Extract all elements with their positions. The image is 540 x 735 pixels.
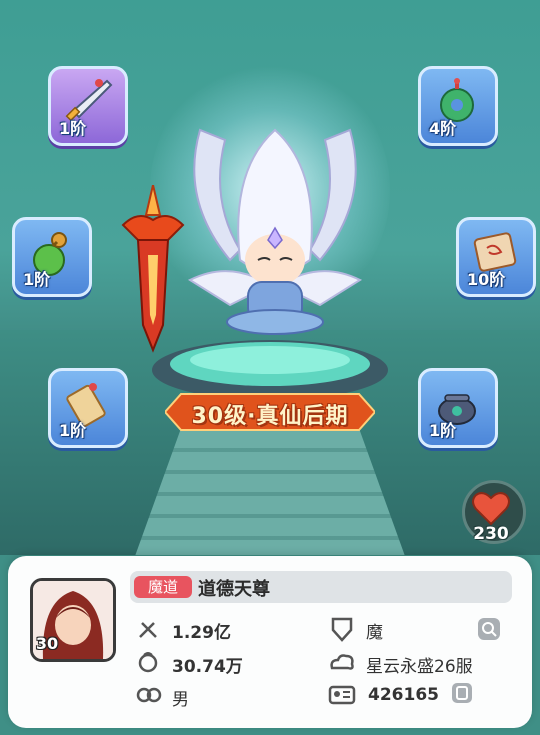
player-id: 426165 xyxy=(368,685,439,705)
gender-value: 男 xyxy=(172,690,189,710)
cloud-server-icon xyxy=(330,654,354,670)
player-name: 道德天尊 xyxy=(198,579,270,600)
search-button[interactable] xyxy=(478,618,500,640)
shield-icon xyxy=(331,617,353,642)
sword-power-icon xyxy=(139,622,157,638)
avatar-level: 30 xyxy=(35,634,59,653)
copy-id-button[interactable] xyxy=(452,683,472,703)
power-value: 1.29亿 xyxy=(172,623,231,643)
faction-tag: 魔道 xyxy=(134,576,192,598)
search-icon xyxy=(482,622,497,637)
server-value: 星云永盛26服 xyxy=(366,657,473,677)
like-count: 230 xyxy=(473,524,509,544)
equip-slot-sword[interactable]: 1阶 xyxy=(48,66,128,146)
hp-icon xyxy=(138,652,158,673)
equip-slot-talisman[interactable]: 1阶 xyxy=(48,368,128,448)
slot-level: 1阶 xyxy=(59,119,87,138)
slot-level: 1阶 xyxy=(59,421,87,440)
equip-slot-cauldron[interactable]: 1阶 xyxy=(418,368,498,448)
flame-sword xyxy=(121,185,185,353)
immortal-character xyxy=(187,128,363,335)
equip-slot-gourd[interactable]: 1阶 xyxy=(12,217,92,297)
slot-level: 1阶 xyxy=(23,270,51,289)
id-card-icon xyxy=(328,685,356,705)
character-scene: 1阶 4阶 1阶 10阶 1阶 1阶 30级·真仙后期 230 xyxy=(0,0,540,555)
slot-level: 1阶 xyxy=(429,421,457,440)
hp-value: 30.74万 xyxy=(172,657,243,677)
faction-value: 魔 xyxy=(366,623,383,643)
realm-level-text: 30级·真仙后期 xyxy=(191,404,349,429)
gender-icon xyxy=(136,687,162,703)
equip-slot-scroll[interactable]: 10阶 xyxy=(456,217,536,297)
equip-slot-jade[interactable]: 4阶 xyxy=(418,66,498,146)
copy-icon xyxy=(456,686,468,700)
slot-level: 4阶 xyxy=(429,119,457,138)
slot-level: 10阶 xyxy=(467,270,506,289)
